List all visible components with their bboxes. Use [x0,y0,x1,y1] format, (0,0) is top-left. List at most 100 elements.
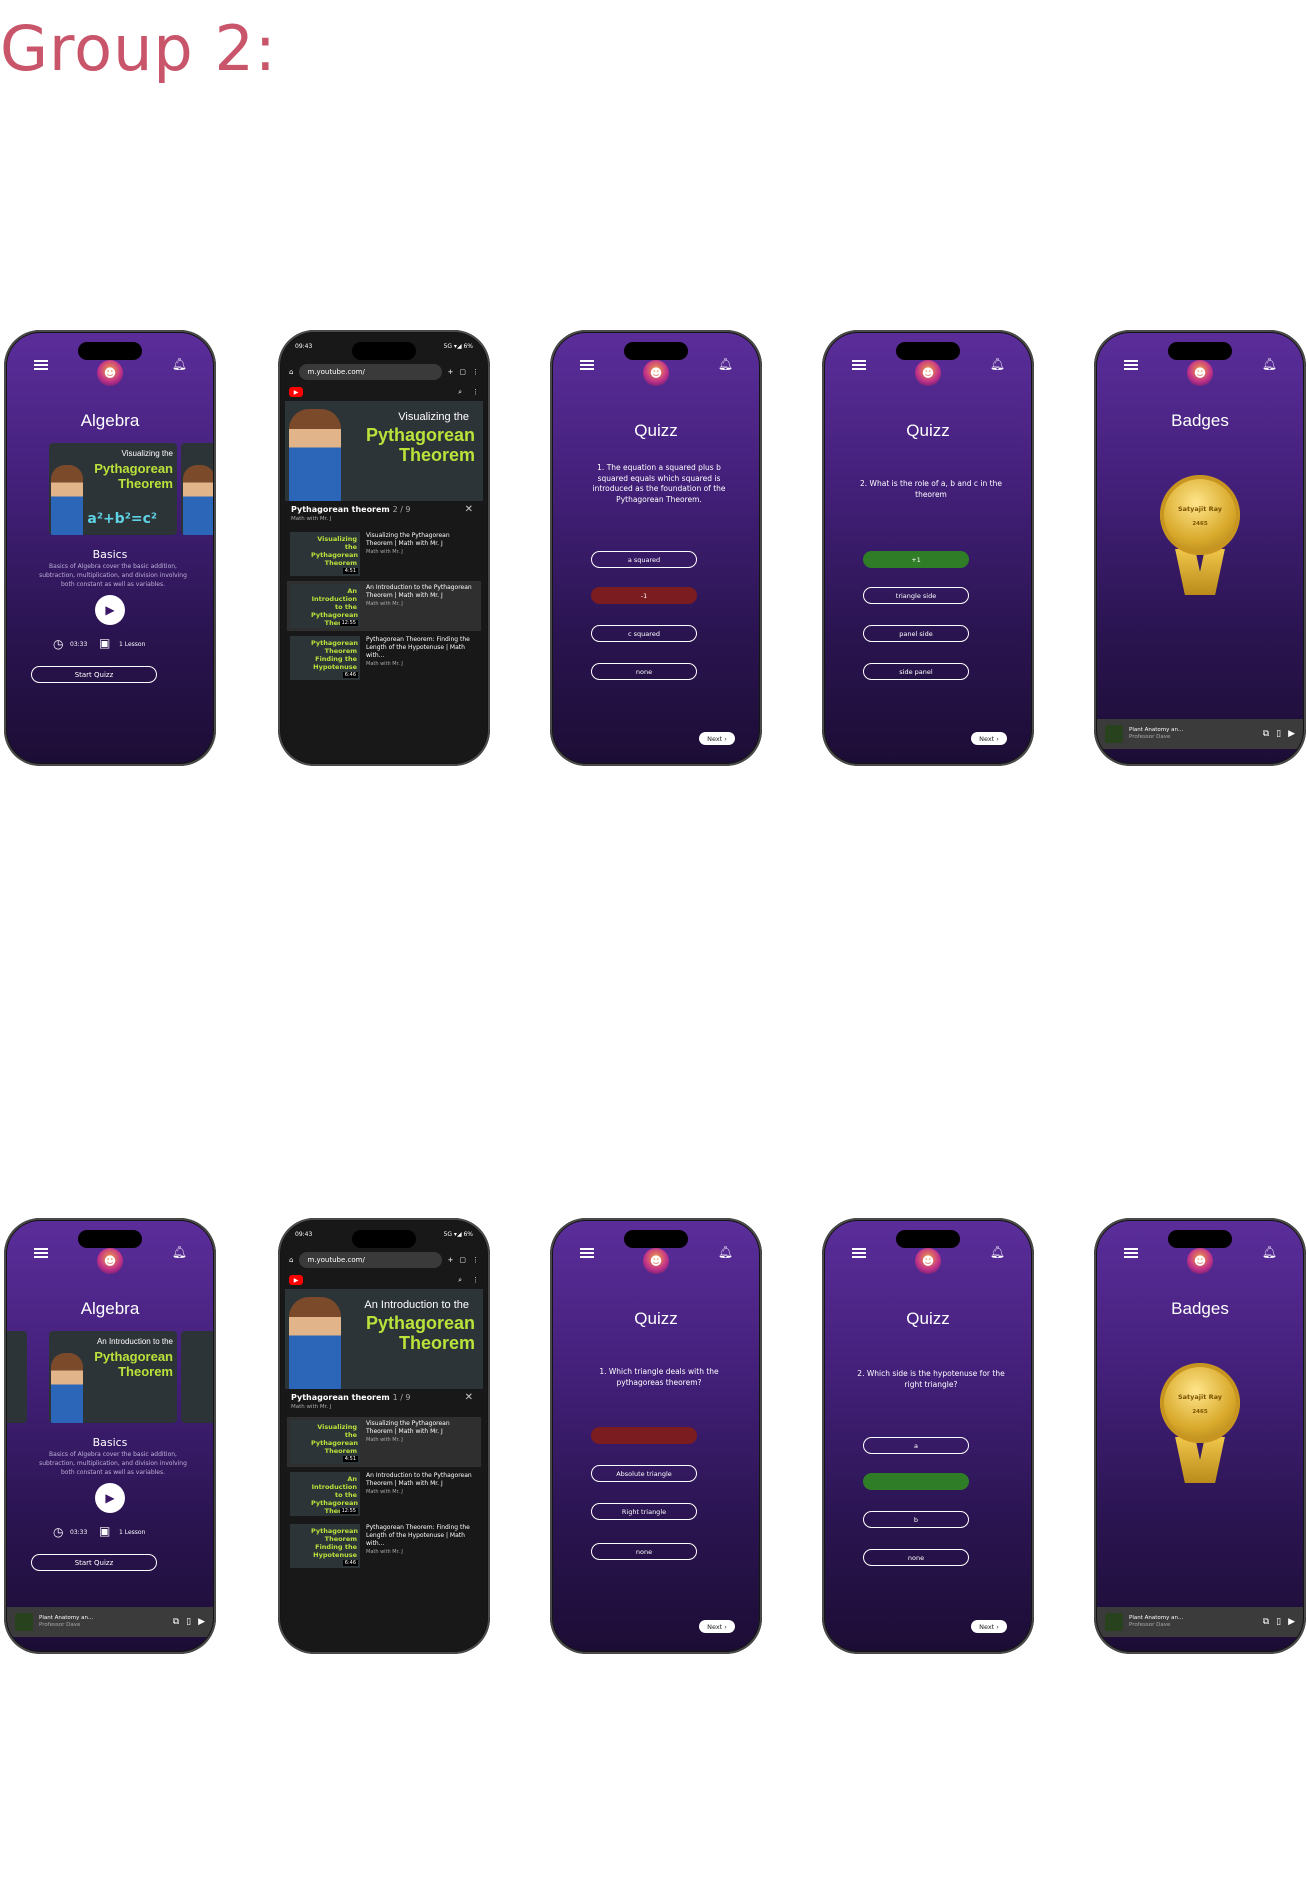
play-icon[interactable]: ▶ [198,1617,205,1627]
video-thumbnail[interactable]: An Introduction to the Pythagorean Theor… [49,1331,177,1423]
mini-player[interactable]: Plant Anatomy an... Professor Dave ⧉ ▯ ▶ [7,1607,213,1637]
video-thumbnail[interactable]: Visualizing the Pythagorean Theorem a²+b… [49,443,177,535]
video-subtitle: An Introduction to the [364,1299,469,1311]
mini-player[interactable]: Plant Anatomy an... Professor Dave ⧉ ▯ ▶ [1097,1607,1303,1637]
list-item[interactable]: An Introduction to the Pythagorean Theor… [287,581,481,631]
search-icon[interactable]: ⌕ [458,388,462,397]
play-button[interactable]: ▶ [95,595,125,625]
quiz-question: 2. Which side is the hypotenuse for the … [857,1369,1005,1389]
start-quiz-button[interactable]: Start Quizz [31,1554,157,1571]
lesson-count: 1 Lesson [119,641,146,648]
home-icon[interactable]: ⌂ [289,368,293,376]
quiz-option-wrong[interactable] [591,1427,697,1444]
quiz-option-correct[interactable]: +1 [863,551,969,568]
more-icon[interactable]: ⋮ [472,1256,479,1264]
play-icon[interactable]: ▶ [1288,729,1295,739]
quiz-option[interactable]: panel side [863,625,969,642]
item-title: Visualizing the Pythagorean Theorem | Ma… [366,532,450,547]
next-button[interactable]: Next › [699,732,735,745]
item-thumb-text: Visualizing the Pythagorean Theorem [311,1423,358,1455]
url-field[interactable]: m.youtube.com/ [299,1251,442,1268]
algebra-screen: ☻ 🔔︎ Algebra Visualizing the Pythagorean… [7,333,213,763]
youtube-logo-icon[interactable]: ▶ [289,1275,303,1285]
list-item[interactable]: Pythagorean Theorem Finding the Hypotenu… [287,633,481,683]
quiz-option[interactable]: none [591,1543,697,1560]
menu-icon[interactable] [1124,360,1138,370]
bell-icon[interactable]: 🔔︎ [990,1245,1005,1259]
quiz-option[interactable]: b [863,1511,969,1528]
bookmark-icon[interactable]: ▯ [1276,1617,1281,1627]
bell-icon[interactable]: 🔔︎ [1262,1245,1277,1259]
bell-icon[interactable]: 🔔︎ [990,357,1005,371]
list-item[interactable]: Visualizing the Pythagorean Theorem 4:51… [287,529,481,579]
cast-icon[interactable]: ⧉ [1263,729,1269,739]
bookmark-icon[interactable]: ▯ [186,1617,191,1627]
play-icon[interactable]: ▶ [1288,1617,1295,1627]
youtube-logo-icon[interactable]: ▶ [289,387,303,397]
list-item[interactable]: Pythagorean Theorem Finding the Hypotenu… [287,1521,481,1571]
start-quiz-button[interactable]: Start Quizz [31,666,157,683]
quiz-option-wrong[interactable]: -1 [591,587,697,604]
quiz-option[interactable]: Right triangle [591,1503,697,1520]
menu-icon[interactable] [1124,1248,1138,1258]
play-button[interactable]: ▶ [95,1483,125,1513]
quiz-option[interactable]: triangle side [863,587,969,604]
prev-thumbnail[interactable] [7,1331,27,1423]
dynamic-island [624,342,688,360]
bell-icon[interactable]: 🔔︎ [718,1245,733,1259]
menu-icon[interactable] [852,360,866,370]
bell-icon[interactable]: 🔔︎ [172,1245,187,1259]
bell-icon[interactable]: 🔔︎ [172,357,187,371]
next-thumbnail[interactable] [181,1331,213,1423]
quiz-option[interactable]: none [863,1549,969,1566]
bell-icon[interactable]: 🔔︎ [1262,357,1277,371]
tabs-icon[interactable]: ▢ [459,368,466,376]
search-icon[interactable]: ⌕ [458,1276,462,1285]
video-player[interactable]: Visualizing the Pythagorean Theorem [285,401,483,501]
status-time: 09:43 [295,343,313,350]
ribbon-right [1195,549,1225,595]
more-icon[interactable]: ⋮ [472,368,479,376]
tabs-icon[interactable]: ▢ [459,1256,466,1264]
new-tab-icon[interactable]: + [448,1256,454,1264]
thumb-subtitle: Visualizing the [121,449,173,458]
more-icon[interactable]: ⋮ [472,1276,479,1284]
item-thumbnail: Visualizing the Pythagorean Theorem 4:51 [290,532,360,576]
bookmark-icon[interactable]: ▯ [1276,729,1281,739]
menu-icon[interactable] [852,1248,866,1258]
quiz-option[interactable]: Absolute triangle [591,1465,697,1482]
quiz-option[interactable]: c squared [591,625,697,642]
mini-player-title: Plant Anatomy an... [39,1615,94,1621]
quiz-option[interactable]: a squared [591,551,697,568]
video-carousel[interactable]: An Introduction to the Pythagorean Theor… [7,1331,213,1423]
bell-icon[interactable]: 🔔︎ [718,357,733,371]
more-icon[interactable]: ⋮ [472,388,479,396]
close-icon[interactable]: ✕ [465,1392,473,1403]
quiz-option-correct[interactable] [863,1473,969,1490]
url-field[interactable]: m.youtube.com/ [299,363,442,380]
quiz-option[interactable]: none [591,663,697,680]
item-duration: 6:46 [342,1560,358,1566]
mini-player[interactable]: Plant Anatomy an... Professor Dave ⧉ ▯ ▶ [1097,719,1303,749]
item-channel: Math with Mr. J [366,601,403,607]
cast-icon[interactable]: ⧉ [1263,1617,1269,1627]
quiz-option[interactable]: a [863,1437,969,1454]
next-button[interactable]: Next › [699,1620,735,1633]
new-tab-icon[interactable]: + [448,368,454,376]
menu-icon[interactable] [34,360,48,370]
video-player[interactable]: An Introduction to the Pythagorean Theor… [285,1289,483,1389]
home-icon[interactable]: ⌂ [289,1256,293,1264]
list-item[interactable]: Visualizing the Pythagorean Theorem 4:51… [287,1417,481,1467]
cast-icon[interactable]: ⧉ [173,1617,179,1627]
video-carousel[interactable]: Visualizing the Pythagorean Theorem a²+b… [7,443,213,535]
menu-icon[interactable] [34,1248,48,1258]
list-item[interactable]: An Introduction to the Pythagorean Theor… [287,1469,481,1519]
quiz-option[interactable]: side panel [863,663,969,680]
close-icon[interactable]: ✕ [465,504,473,515]
next-button[interactable]: Next › [971,732,1007,745]
dynamic-island [78,342,142,360]
next-button[interactable]: Next › [971,1620,1007,1633]
next-thumbnail[interactable] [181,443,213,535]
menu-icon[interactable] [580,1248,594,1258]
menu-icon[interactable] [580,360,594,370]
